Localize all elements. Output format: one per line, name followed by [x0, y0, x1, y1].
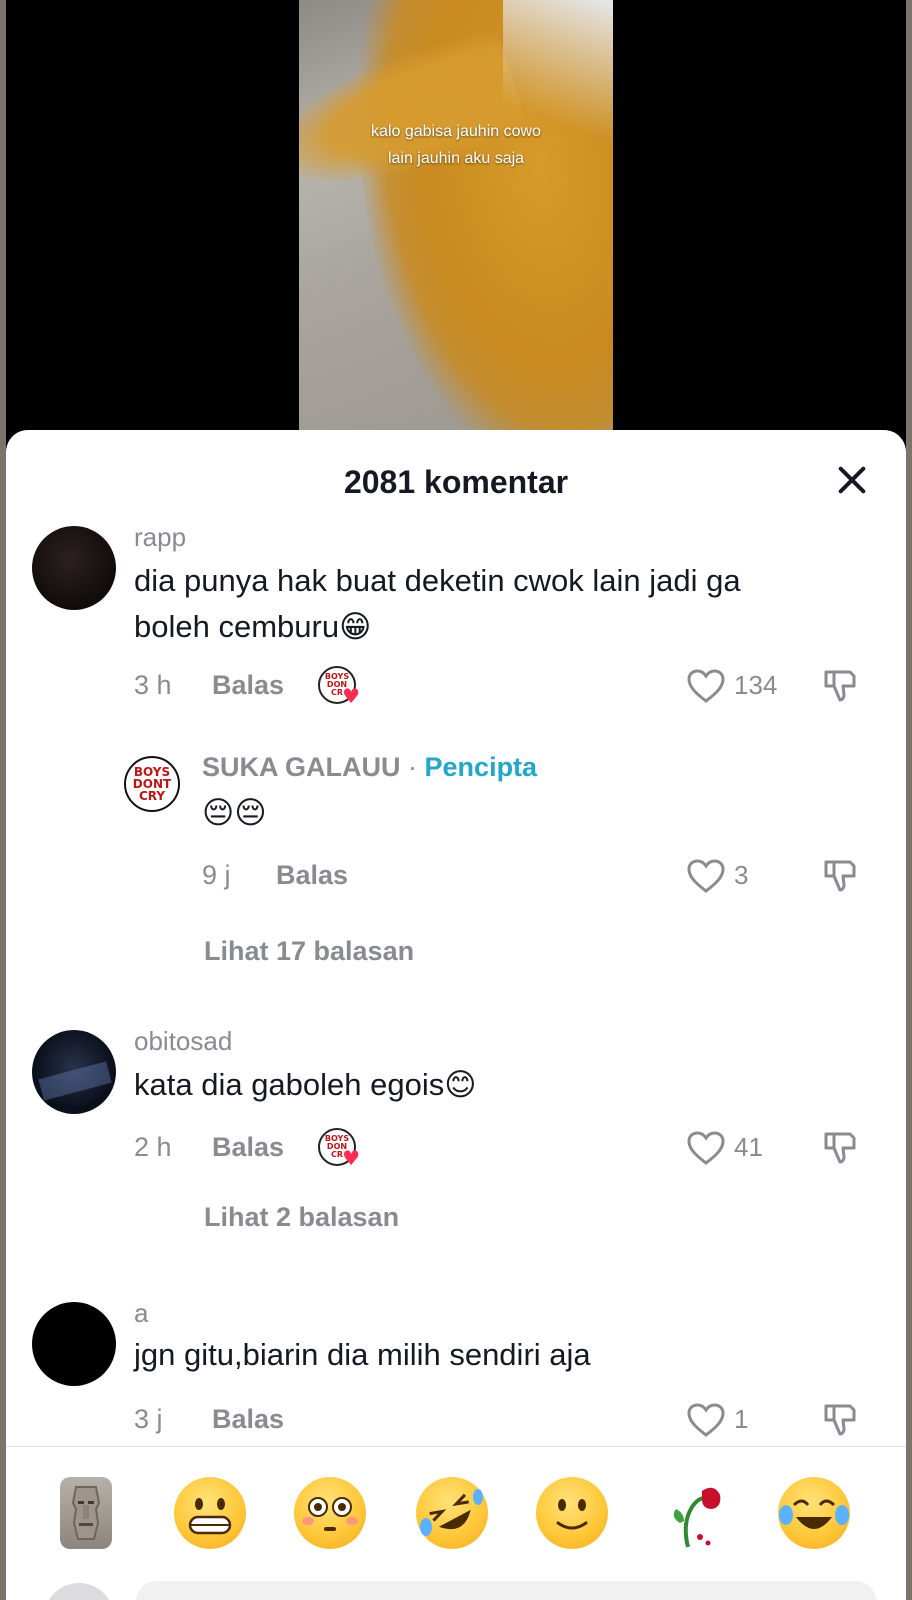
- rofl-emoji-icon[interactable]: [416, 1477, 488, 1549]
- creator-liked-badge: BOYS DON CR ♥: [318, 1128, 360, 1168]
- comment-text-line: dia punya hak buat deketin cwok lain jad…: [134, 563, 741, 598]
- wilted-rose: [673, 1487, 721, 1548]
- heart-outline-icon[interactable]: [686, 1130, 726, 1166]
- creator-tag: Pencipta: [424, 752, 538, 782]
- close-icon[interactable]: [832, 460, 872, 500]
- comment-time: 3 j: [134, 1404, 163, 1434]
- heart-outline-icon[interactable]: [686, 668, 726, 704]
- comment-username[interactable]: obitosad: [134, 1026, 232, 1057]
- comment-username[interactable]: rapp: [134, 522, 186, 553]
- reply-username[interactable]: SUKA GALAUU · Pencipta: [202, 752, 537, 783]
- user-avatar[interactable]: [44, 1583, 114, 1600]
- separator: ·: [408, 752, 418, 782]
- heart-outline-icon[interactable]: [686, 858, 726, 894]
- comment-time: 3 h: [134, 670, 172, 700]
- comment-username[interactable]: a: [134, 1298, 148, 1329]
- moai-shape: [71, 1486, 101, 1540]
- grin-face: [188, 1498, 232, 1535]
- creator-liked-badge: BOYS DON CR ♥: [318, 666, 360, 706]
- like-count: 41: [734, 1132, 763, 1162]
- reply-button[interactable]: Balas: [212, 670, 284, 701]
- avatar-text: CRY: [137, 789, 167, 803]
- avatar[interactable]: [32, 1030, 116, 1114]
- like-count: 1: [734, 1404, 749, 1434]
- flushed-face: [302, 1497, 358, 1531]
- creator-avatar[interactable]: BOYS DONT CRY: [124, 756, 180, 812]
- comments-list[interactable]: 2081 komentar rapp dia punya hak buat de…: [6, 430, 906, 1446]
- like-count: 3: [734, 860, 749, 890]
- comment-text: dia punya hak buat deketin cwok lain jad…: [134, 558, 741, 650]
- video-frame: kalo gabisa jauhin cowo lain jauhin aku …: [299, 0, 613, 430]
- wilted-rose-emoji-icon[interactable]: [658, 1477, 730, 1549]
- dislike-icon[interactable]: [822, 1402, 858, 1438]
- comment-time: 2 h: [134, 1132, 172, 1162]
- frame-edge-right: [906, 0, 912, 1600]
- heart-icon: ♥: [342, 1146, 360, 1170]
- video-player[interactable]: kalo gabisa jauhin cowo lain jauhin aku …: [0, 0, 912, 450]
- emoji-quick-bar: [6, 1446, 906, 1600]
- creator-name: SUKA GALAUU: [202, 752, 401, 782]
- reply-button[interactable]: Balas: [212, 1404, 284, 1435]
- like-count: 134: [734, 670, 778, 700]
- dislike-icon[interactable]: [822, 858, 858, 894]
- joy-face: [779, 1499, 849, 1529]
- avatar[interactable]: [32, 1302, 116, 1386]
- rofl-face: [420, 1489, 483, 1536]
- comment-count-title: 2081 komentar: [343, 464, 569, 500]
- comment-input[interactable]: [136, 1581, 876, 1600]
- joy-emoji-icon[interactable]: [778, 1477, 850, 1549]
- view-replies-link[interactable]: Lihat 17 balasan: [204, 936, 414, 967]
- smile-face: [556, 1499, 588, 1530]
- heart-icon: ♥: [342, 684, 360, 708]
- comment-text-line: boleh cemburu😁: [134, 609, 372, 644]
- reply-button[interactable]: Balas: [212, 1132, 284, 1163]
- dislike-icon[interactable]: [822, 1130, 858, 1166]
- slight-smile-emoji-icon[interactable]: [536, 1477, 608, 1549]
- reply-time: 9 j: [202, 860, 231, 890]
- view-replies-link[interactable]: Lihat 2 balasan: [204, 1202, 399, 1233]
- video-caption-line-1: kalo gabisa jauhin cowo: [371, 123, 541, 140]
- comment-text: kata dia gaboleh egois😊: [134, 1067, 477, 1102]
- avatar[interactable]: [32, 526, 116, 610]
- sheet-header: 2081 komentar: [6, 430, 906, 530]
- reply-button[interactable]: Balas: [276, 860, 348, 891]
- dislike-icon[interactable]: [822, 668, 858, 704]
- reply-text: 😔😔: [202, 795, 267, 831]
- moai-emoji-icon[interactable]: [60, 1477, 112, 1549]
- grin-emoji-icon[interactable]: [174, 1477, 246, 1549]
- flushed-emoji-icon[interactable]: [294, 1477, 366, 1549]
- video-caption-line-2: lain jauhin aku saja: [387, 150, 525, 167]
- video-caption: kalo gabisa jauhin cowo lain jauhin aku …: [299, 118, 613, 172]
- comment-text: jgn gitu,biarin dia milih sendiri aja: [134, 1337, 591, 1372]
- heart-outline-icon[interactable]: [686, 1402, 726, 1438]
- comments-sheet: 2081 komentar rapp dia punya hak buat de…: [6, 430, 906, 1600]
